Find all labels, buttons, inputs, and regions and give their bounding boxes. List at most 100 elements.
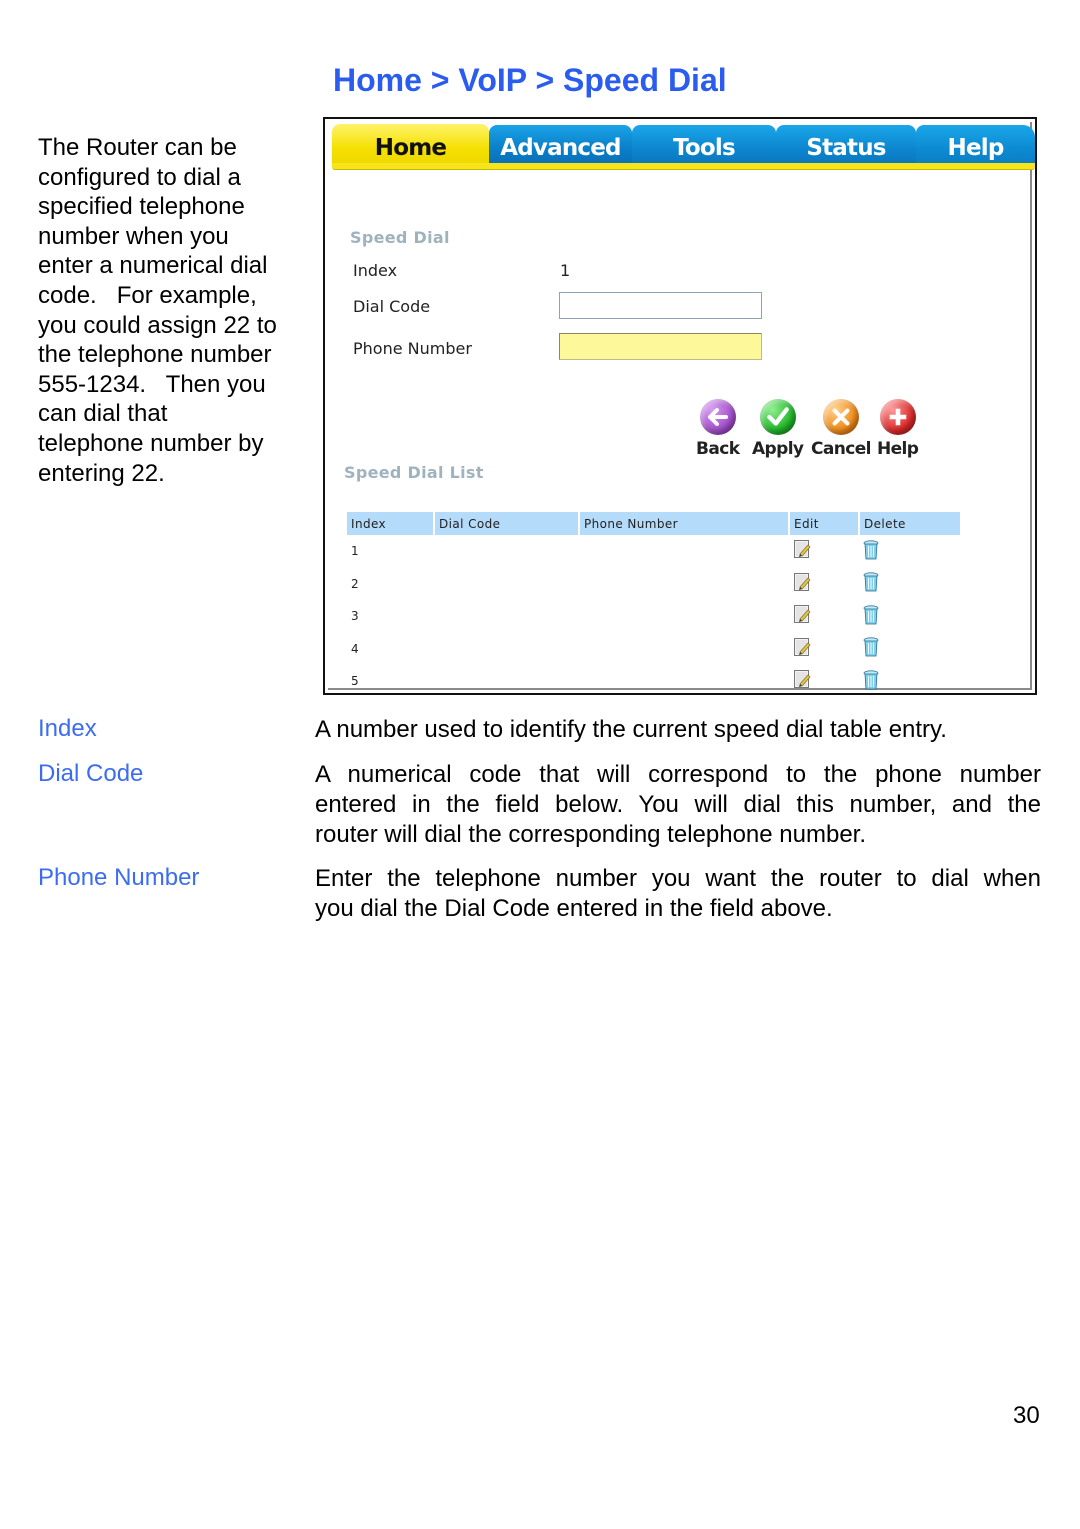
edit-icon[interactable] [794,572,811,592]
row-delete-cell [859,568,960,601]
row-delete-cell [859,665,960,698]
row-dial-code [434,633,579,666]
def-desc-phone-number: Enter the telephone number you want the … [315,864,1041,924]
cancel-button[interactable]: Cancel [811,399,871,459]
edit-icon[interactable] [794,605,811,624]
def-term-dial-code: Dial Code [38,760,144,787]
def-line: A number used to identify the current sp… [315,716,947,743]
table-row: 1 [347,535,960,568]
row-index: 4 [351,641,359,656]
edit-icon[interactable] [794,670,811,689]
apply-button-label: Apply [752,439,804,459]
tab-help[interactable]: Help [916,125,1035,165]
row-phone-number [579,633,789,666]
tab-help-label: Help [947,135,1005,161]
edit-icon[interactable] [794,540,811,559]
def-line: router will dial the corresponding telep… [315,821,867,848]
col-phone-number: Phone Number [579,512,790,535]
intro-line: enter a numerical dial [38,252,268,280]
row-delete-cell [859,600,960,633]
x-icon [822,399,859,435]
def-term-index: Index [38,715,97,742]
trash-icon[interactable] [863,670,879,690]
row-dial-code [434,600,579,633]
table-row: 5 [347,665,960,698]
col-dial-code: Dial Code [434,512,580,535]
row-edit-cell [789,535,859,568]
speed-dial-table: Index Dial Code Phone Number Edit Delete… [347,512,960,698]
def-line: you dial the Dial Code entered in the fi… [315,895,833,922]
back-arrow-icon [699,399,736,435]
tab-tools[interactable]: Tools [632,125,776,165]
trash-icon[interactable] [863,540,879,560]
table-body: 1 2 3 4 5 [347,535,960,698]
trash-icon[interactable] [863,605,879,625]
row-dial-code [434,568,579,601]
intro-line: 555-1234. Then you [38,370,266,398]
def-line: A numerical code that will correspond to… [315,761,1041,788]
def-desc-index: A number used to identify the current sp… [315,715,1041,745]
intro-line: configured to dial a [38,163,241,191]
row-delete-cell [859,633,960,666]
row-index: 1 [351,544,359,559]
col-delete: Delete [859,512,960,535]
row-phone-number [579,568,789,601]
trash-icon[interactable] [863,572,879,592]
table-row: 4 [347,633,960,666]
row-index: 2 [351,576,359,591]
page-heading: Home > VoIP > Speed Dial [333,62,727,98]
def-line: entered in the field below. You will dia… [315,791,1041,818]
table-header-row: Index Dial Code Phone Number Edit Delete [347,512,960,535]
row-edit-cell [789,633,859,666]
intro-line: the telephone number [38,341,272,369]
tab-status[interactable]: Status [776,125,916,165]
row-edit-cell [789,600,859,633]
row-phone-number [579,600,789,633]
row-dial-code [434,665,579,698]
apply-button[interactable]: Apply [752,399,804,459]
intro-line: specified telephone [38,193,245,221]
def-term-phone-number: Phone Number [38,864,200,891]
tab-advanced[interactable]: Advanced [489,125,632,165]
intro-line: telephone number by [38,429,264,457]
router-screenshot: Home Advanced Tools Status Help Speed Di… [323,117,1037,695]
speed-dial-title: Speed Dial [350,228,450,247]
def-desc-dial-code: A numerical code that will correspond to… [315,760,1041,850]
col-edit: Edit [789,512,860,535]
dial-code-input[interactable] [559,292,762,319]
tab-advanced-label: Advanced [500,135,621,161]
plus-icon [879,399,916,435]
tab-tools-label: Tools [673,135,736,161]
row-edit-cell [789,665,859,698]
intro-line: can dial that [38,400,168,428]
speed-dial-list-title: Speed Dial List [344,463,484,482]
back-button[interactable]: Back [696,399,740,459]
index-value: 1 [560,261,571,280]
router-screenshot-inner: Home Advanced Tools Status Help Speed Di… [328,122,1035,690]
row-index: 5 [351,674,359,689]
index-label: Index [353,261,398,280]
tab-home-label: Home [374,135,447,161]
intro-paragraph: The Router can be configured to dial a s… [38,133,300,488]
edit-icon[interactable] [794,637,811,657]
trash-icon[interactable] [863,637,879,657]
tab-home[interactable]: Home [332,124,489,166]
intro-line: code. For example, [38,281,257,309]
row-edit-cell [789,568,859,601]
cancel-button-label: Cancel [811,439,871,459]
row-phone-number [579,665,789,698]
table-row: 3 [347,600,960,633]
def-line: Enter the telephone number you want the … [315,865,1041,892]
dial-code-label: Dial Code [353,297,431,316]
row-index: 3 [351,609,359,624]
help-button-label: Help [877,439,919,459]
row-delete-cell [859,535,960,568]
page-number: 30 [1013,1402,1040,1429]
intro-line: The Router can be [38,134,237,161]
checkmark-icon [759,399,796,435]
help-button[interactable]: Help [877,399,919,459]
row-phone-number [579,535,789,568]
phone-number-input[interactable] [559,333,762,360]
col-index: Index [347,512,435,535]
intro-line: entering 22. [38,459,165,487]
